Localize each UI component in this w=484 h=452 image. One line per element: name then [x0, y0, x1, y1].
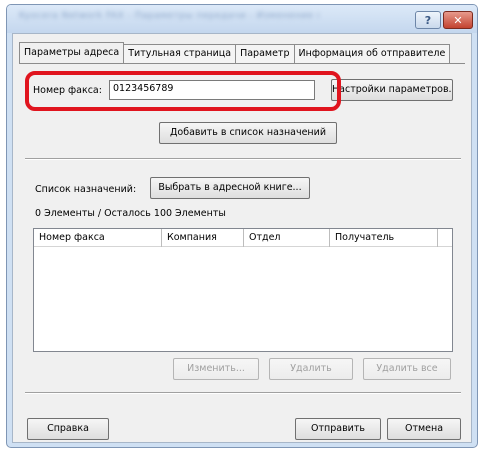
destination-list[interactable]: Номер факса Компания Отдел Получатель	[33, 228, 453, 352]
list-header: Номер факса Компания Отдел Получатель	[34, 229, 452, 247]
settings-button[interactable]: Настройки параметров...	[331, 79, 453, 101]
cancel-button[interactable]: Отмена	[387, 418, 461, 440]
add-to-list-button[interactable]: Добавить в список назначений	[159, 122, 337, 144]
column-department[interactable]: Отдел	[244, 229, 330, 247]
dialog-window: Kyocera Network FAX - Параметры передачи…	[6, 4, 478, 448]
footer-divider	[25, 392, 461, 394]
column-fax-number[interactable]: Номер факса	[34, 229, 162, 247]
destination-count: 0 Элементы / Осталось 100 Элементы	[35, 208, 226, 219]
destination-list-label: Список назначений:	[35, 184, 137, 195]
dialog-body: Параметры адреса Титульная страница Пара…	[12, 33, 472, 443]
highlight-frame	[25, 71, 341, 111]
tab-strip: Параметры адреса Титульная страница Пара…	[19, 42, 451, 64]
delete-all-button[interactable]: Удалить все	[363, 358, 451, 380]
column-recipient[interactable]: Получатель	[330, 229, 438, 247]
divider	[25, 158, 461, 160]
help-button[interactable]: Справка	[27, 418, 109, 440]
close-icon[interactable]: ✕	[443, 11, 473, 29]
tab-panel-border	[19, 63, 465, 64]
tab-cover-page[interactable]: Титульная страница	[123, 44, 237, 64]
edit-button[interactable]: Изменить...	[173, 358, 259, 380]
column-company[interactable]: Компания	[162, 229, 244, 247]
window-title: Kyocera Network FAX - Параметры передачи…	[19, 11, 319, 21]
tab-address-settings[interactable]: Параметры адреса	[19, 42, 125, 64]
tab-sender-info[interactable]: Информация об отправителе	[293, 44, 451, 64]
tab-parameter[interactable]: Параметр	[235, 44, 295, 64]
address-book-button[interactable]: Выбрать в адресной книге...	[150, 177, 310, 199]
title-bar: Kyocera Network FAX - Параметры передачи…	[7, 5, 477, 33]
help-icon[interactable]: ?	[415, 11, 441, 29]
send-button[interactable]: Отправить	[295, 418, 381, 440]
delete-button[interactable]: Удалить	[269, 358, 353, 380]
